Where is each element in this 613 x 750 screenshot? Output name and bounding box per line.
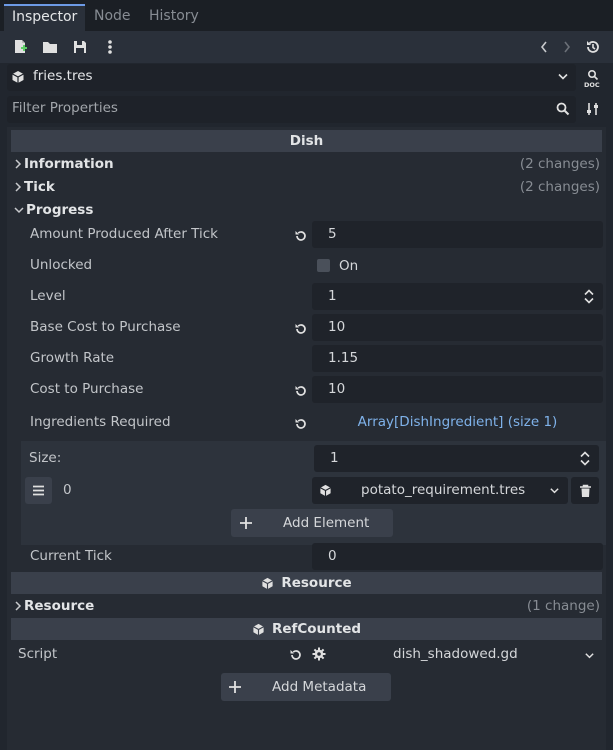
drag-handle-icon[interactable]: [25, 477, 52, 504]
resource-selector[interactable]: fries.tres: [7, 64, 576, 91]
category-refcounted-label: RefCounted: [271, 621, 362, 637]
delete-element-button[interactable]: [571, 477, 599, 504]
chevron-down-icon[interactable]: [584, 652, 595, 660]
category-resource: Resource: [11, 572, 602, 594]
refcounted-cube-icon: [253, 623, 264, 635]
section-information-label: Information: [24, 156, 114, 172]
ingredients-label: Ingredients Required: [30, 414, 171, 430]
section-information[interactable]: Information: [14, 153, 114, 175]
base-cost-field[interactable]: 10: [312, 314, 603, 341]
script-label: Script: [18, 646, 58, 662]
add-metadata-button[interactable]: Add Metadata: [221, 673, 391, 701]
revert-icon[interactable]: [294, 384, 308, 398]
doc-icon[interactable]: DOC: [583, 68, 603, 88]
array-element-field[interactable]: potato_requirement.tres: [312, 477, 568, 504]
resource-cube-icon: [262, 577, 274, 589]
unlocked-value: On: [339, 258, 359, 274]
filter-placeholder: Filter Properties: [12, 100, 118, 116]
level-value: 1: [328, 288, 337, 304]
section-progress[interactable]: Progress: [14, 199, 93, 221]
current-tick-label: Current Tick: [30, 548, 112, 564]
unlocked-checkbox[interactable]: [317, 259, 330, 272]
resource-name: fries.tres: [33, 68, 93, 84]
section-progress-label: Progress: [26, 202, 94, 218]
growth-rate-label: Growth Rate: [30, 350, 115, 366]
array-size-value: 1: [330, 450, 339, 466]
category-resource-label: Resource: [281, 575, 352, 591]
resource-changes: (1 change): [526, 598, 600, 614]
spin-arrows-icon: [584, 289, 594, 304]
revert-icon[interactable]: [294, 229, 308, 243]
array-element-value: potato_requirement.tres: [361, 482, 526, 498]
level-label: Level: [30, 288, 66, 304]
open-folder-icon[interactable]: [39, 36, 61, 58]
amount-produced-field[interactable]: 5: [312, 221, 603, 248]
chevron-right-icon: [15, 159, 22, 169]
cost-to-purchase-label: Cost to Purchase: [30, 381, 144, 397]
script-value[interactable]: dish_shadowed.gd: [393, 646, 518, 662]
recent-history-icon[interactable]: [582, 36, 604, 58]
section-resource-label: Resource: [24, 598, 95, 614]
section-resource[interactable]: Resource: [14, 595, 94, 617]
revert-icon[interactable]: [294, 417, 308, 431]
section-tick[interactable]: Tick: [14, 176, 55, 198]
category-refcounted: RefCounted: [11, 618, 602, 640]
resource-cube-icon: [11, 70, 25, 84]
tab-history[interactable]: History: [141, 4, 207, 31]
filter-properties-input[interactable]: Filter Properties: [7, 96, 576, 123]
tab-bar: Inspector Node History: [0, 0, 613, 31]
save-icon[interactable]: [69, 36, 91, 58]
unlocked-label: Unlocked: [30, 257, 93, 273]
inspector-toolbar: [0, 31, 613, 63]
cost-to-purchase-field[interactable]: 10: [312, 376, 603, 403]
more-options-icon[interactable]: [99, 36, 121, 58]
plus-icon: [240, 517, 252, 529]
chevron-down-icon: [14, 207, 24, 214]
plus-icon: [229, 681, 241, 693]
svg-text:DOC: DOC: [584, 81, 600, 88]
revert-icon[interactable]: [294, 322, 308, 336]
array-element-index: 0: [63, 482, 72, 498]
gear-icon[interactable]: [312, 647, 326, 661]
tick-changes: (2 changes): [519, 179, 600, 195]
ingredients-array-button[interactable]: Array[DishIngredient] (size 1): [312, 414, 603, 430]
add-metadata-label: Add Metadata: [272, 679, 367, 695]
search-icon: [556, 102, 570, 116]
category-dish: Dish: [11, 130, 602, 152]
history-back-icon[interactable]: [533, 36, 555, 58]
revert-icon[interactable]: [289, 648, 303, 662]
array-size-label: Size:: [29, 450, 62, 466]
resource-cube-icon: [320, 484, 331, 497]
chevron-right-icon: [15, 601, 22, 611]
base-cost-label: Base Cost to Purchase: [30, 319, 181, 335]
property-settings-icon[interactable]: [586, 102, 600, 116]
section-tick-label: Tick: [24, 179, 55, 195]
new-resource-icon[interactable]: [9, 36, 31, 58]
chevron-right-icon: [15, 182, 22, 192]
chevron-down-icon: [550, 488, 559, 494]
current-tick-field[interactable]: 0: [312, 543, 603, 570]
tab-node[interactable]: Node: [86, 4, 139, 31]
trash-icon: [579, 484, 591, 497]
tab-inspector[interactable]: Inspector: [4, 4, 86, 31]
chevron-down-icon: [557, 73, 569, 81]
add-element-button[interactable]: Add Element: [231, 509, 393, 537]
category-dish-label: Dish: [289, 133, 324, 149]
information-changes: (2 changes): [519, 156, 600, 172]
array-size-field[interactable]: 1: [314, 445, 599, 472]
level-field[interactable]: 1: [312, 283, 603, 310]
amount-produced-label: Amount Produced After Tick: [30, 226, 219, 242]
add-element-label: Add Element: [283, 515, 370, 531]
growth-rate-field[interactable]: 1.15: [312, 345, 603, 372]
spin-arrows-icon: [580, 451, 590, 466]
history-forward-icon[interactable]: [556, 36, 578, 58]
